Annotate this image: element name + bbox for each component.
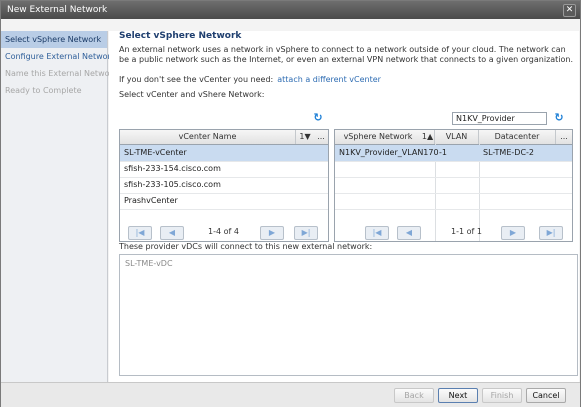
prev-page-icon[interactable]: ◀ — [160, 226, 184, 240]
vcenter-name-cell: PrashvCenter — [124, 196, 178, 205]
column-vsphere-network[interactable]: vSphere Network — [335, 130, 421, 144]
step-configure-external-network[interactable]: Configure External Network — [1, 48, 115, 65]
vlan-cell: -1 — [439, 148, 447, 157]
first-page-icon[interactable]: |◀ — [365, 226, 389, 240]
network-name-cell: N1KV_Provider_VLAN170 — [339, 148, 439, 157]
datacenter-cell: SL-TME-DC-2 — [483, 148, 534, 157]
vcenter-name-cell: SL-TME-vCenter — [124, 148, 187, 157]
step-name-external-network: Name this External Network — [5, 69, 118, 78]
finish-button[interactable]: Finish — [482, 388, 522, 403]
table-row[interactable]: N1KV_Provider_VLAN170 -1 SL-TME-DC-2 — [335, 145, 572, 162]
last-page-icon[interactable]: ▶| — [294, 226, 318, 240]
next-page-icon[interactable]: ▶ — [501, 226, 525, 240]
main-content: Select vSphere Network An external netwo… — [109, 31, 579, 382]
table-row — [335, 193, 572, 210]
network-filter-input[interactable]: N1KV_Provider — [452, 112, 547, 125]
sort-indicator[interactable]: 1▼ — [296, 130, 314, 144]
title-bar: New External Network ✕ — [1, 1, 580, 19]
cancel-button[interactable]: Cancel — [526, 388, 566, 403]
vcenter-table-header: vCenter Name 1▼ ... — [120, 130, 328, 145]
table-row[interactable]: sfish-233-105.cisco.com — [120, 177, 328, 194]
next-button[interactable]: Next — [438, 388, 478, 403]
refresh-icon[interactable]: ↻ — [553, 112, 565, 124]
last-page-icon[interactable]: ▶| — [539, 226, 563, 240]
pager-count: 1-4 of 4 — [208, 227, 239, 236]
window-title: New External Network — [7, 5, 108, 15]
vcenter-name-cell: sfish-233-105.cisco.com — [124, 180, 221, 189]
table-row — [335, 161, 572, 178]
select-label: Select vCenter and vShere Network: — [119, 90, 265, 99]
sort-indicator[interactable]: 1▲ — [421, 130, 435, 144]
refresh-icon[interactable]: ↻ — [312, 112, 324, 124]
vcenter-name-cell: sfish-233-154.cisco.com — [124, 164, 221, 173]
dialog-footer: Back Next Finish Cancel — [1, 382, 580, 407]
new-external-network-dialog: New External Network ✕ Select vSphere Ne… — [0, 0, 581, 407]
step-ready-to-complete: Ready to Complete — [5, 86, 82, 95]
prev-page-icon[interactable]: ◀ — [397, 226, 421, 240]
column-vcenter-name[interactable]: vCenter Name — [120, 130, 296, 144]
column-menu-icon[interactable]: ... — [556, 130, 572, 144]
column-menu-icon[interactable]: ... — [314, 130, 328, 144]
vcenter-hint: If you don't see the vCenter you need: at… — [119, 75, 381, 84]
hint-text: If you don't see the vCenter you need: — [119, 75, 274, 84]
next-page-icon[interactable]: ▶ — [260, 226, 284, 240]
step-select-vsphere-network[interactable]: Select vSphere Network — [1, 31, 107, 48]
close-icon[interactable]: ✕ — [563, 4, 576, 17]
column-datacenter[interactable]: Datacenter — [479, 130, 556, 144]
first-page-icon[interactable]: |◀ — [128, 226, 152, 240]
table-row[interactable]: PrashvCenter — [120, 193, 328, 210]
table-row[interactable]: sfish-233-154.cisco.com — [120, 161, 328, 178]
attach-vcenter-link[interactable]: attach a different vCenter — [277, 75, 381, 84]
list-item: SL-TME-vDC — [125, 259, 173, 268]
column-vlan[interactable]: VLAN — [435, 130, 479, 144]
vcenter-table: vCenter Name 1▼ ... SL-TME-vCenter sfish… — [119, 129, 329, 242]
table-row — [335, 177, 572, 194]
wizard-steps: Select vSphere Network Configure Externa… — [1, 31, 118, 382]
vsphere-network-table: vSphere Network 1▲ VLAN Datacenter ... N… — [334, 129, 573, 242]
network-pager: |◀ ◀ 1-1 of 1 ▶ ▶| — [335, 226, 572, 240]
table-row[interactable]: SL-TME-vCenter — [120, 145, 328, 162]
page-description: An external network uses a network in vS… — [119, 45, 574, 64]
page-title: Select vSphere Network — [119, 31, 242, 41]
provider-vdc-list: SL-TME-vDC — [119, 254, 578, 376]
vcenter-pager: |◀ ◀ 1-4 of 4 ▶ ▶| — [120, 226, 328, 240]
pager-count: 1-1 of 1 — [451, 227, 482, 236]
network-table-header: vSphere Network 1▲ VLAN Datacenter ... — [335, 130, 572, 145]
vdc-label: These provider vDCs will connect to this… — [119, 242, 373, 251]
back-button[interactable]: Back — [394, 388, 434, 403]
